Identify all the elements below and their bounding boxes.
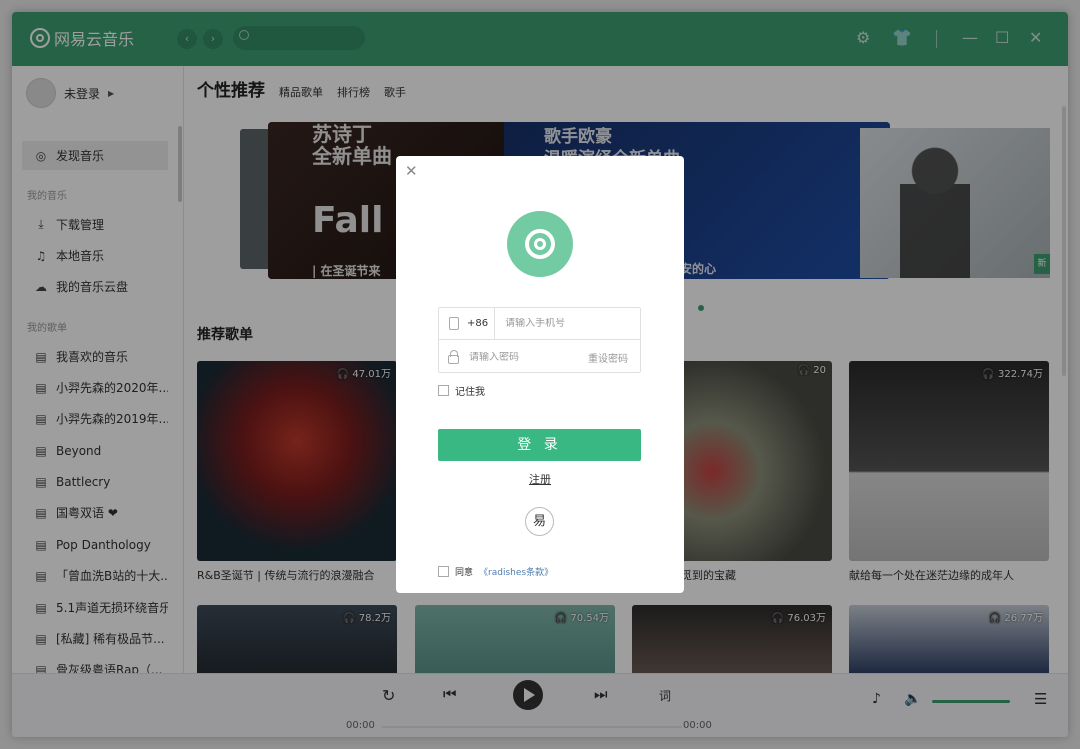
phone-input[interactable] [505,318,636,329]
agree-checkbox[interactable] [438,566,449,577]
lock-icon [448,349,459,364]
terms-link[interactable]: 《radishes条款》 [479,565,553,578]
phone-icon [449,317,459,330]
login-button[interactable]: 登 录 [438,429,641,461]
remember-checkbox[interactable] [438,385,449,396]
remember-me[interactable]: 记住我 [438,383,485,398]
phone-row: +86 [439,307,640,340]
login-form: +86 重设密码 [438,307,641,373]
password-input[interactable] [469,351,569,363]
register-link[interactable]: 注册 [396,471,684,487]
country-code[interactable]: +86 [467,307,496,340]
close-icon[interactable]: ✕ [405,162,418,180]
reset-password-link[interactable]: 重设密码 [588,350,628,365]
netease-logo-icon [507,211,573,277]
password-row: 重设密码 [439,341,640,373]
login-modal: ✕ +86 重设密码 记住我 登 录 注册 易 同意 《radishes条款》 [396,156,684,593]
logo-ring-inner [534,238,546,250]
remember-label[interactable]: 记住我 [455,383,485,398]
netease-account-login-icon[interactable]: 易 [525,507,554,536]
agreement: 同意 《radishes条款》 [438,565,553,578]
agree-prefix: 同意 [455,568,474,578]
